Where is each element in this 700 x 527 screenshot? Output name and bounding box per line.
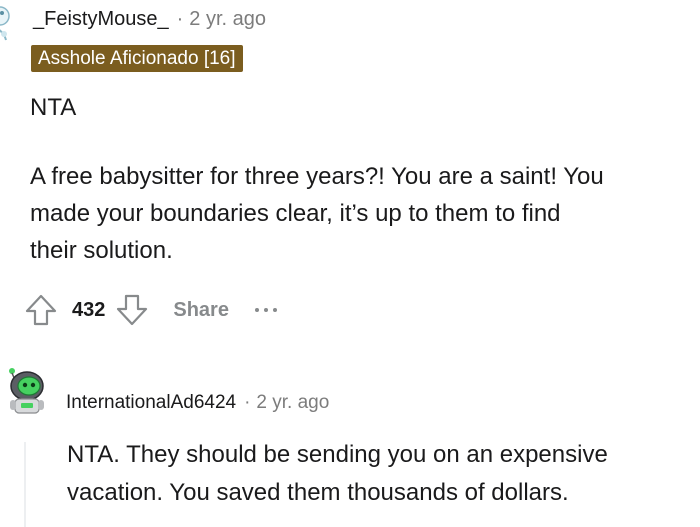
upvote-arrow-icon[interactable] bbox=[22, 291, 60, 329]
comment-body-line: A free babysitter for three years?! You … bbox=[30, 163, 604, 190]
comment-body-line: NTA. They should be sending you on an ex… bbox=[67, 441, 608, 468]
comment: _FeistyMouse_ · 2 yr. ago Asshole Aficiona… bbox=[0, 0, 700, 340]
comment-body: A free babysitter for three years?! You … bbox=[30, 158, 690, 269]
comment-reply: InternationalAd6424 · 2 yr. ago NTA. They … bbox=[0, 340, 700, 527]
comment-timestamp[interactable]: 2 yr. ago bbox=[189, 8, 266, 30]
downvote-arrow-icon[interactable] bbox=[113, 291, 151, 329]
comment-meta: _FeistyMouse_ · 2 yr. ago bbox=[33, 6, 266, 32]
meta-separator: · bbox=[176, 8, 184, 30]
vote-count: 432 bbox=[72, 298, 106, 321]
comment-meta: InternationalAd6424 · 2 yr. ago bbox=[66, 390, 329, 416]
comment-body-line: vacation. You saved them thousands of do… bbox=[67, 479, 569, 506]
comment-body-line: made your boundaries clear, it’s up to t… bbox=[30, 200, 561, 227]
ellipsis-icon[interactable] bbox=[254, 300, 277, 320]
user-avatar[interactable] bbox=[0, 4, 14, 44]
meta-separator: · bbox=[244, 392, 251, 413]
username-link[interactable]: InternationalAd6424 bbox=[66, 392, 236, 413]
comment-actions: 432 Share bbox=[22, 290, 277, 330]
username-link[interactable]: _FeistyMouse_ bbox=[33, 8, 169, 30]
user-flair-badge: Asshole Aficionado [16] bbox=[31, 45, 243, 72]
comment-body: NTA. They should be sending you on an ex… bbox=[67, 436, 697, 512]
thread-line[interactable] bbox=[24, 442, 26, 527]
comment-body-line: their solution. bbox=[30, 237, 173, 264]
comment-body-line: NTA bbox=[30, 94, 77, 121]
comment-timestamp[interactable]: 2 yr. ago bbox=[256, 392, 329, 413]
share-button[interactable]: Share bbox=[173, 299, 229, 322]
user-avatar[interactable] bbox=[2, 362, 48, 418]
